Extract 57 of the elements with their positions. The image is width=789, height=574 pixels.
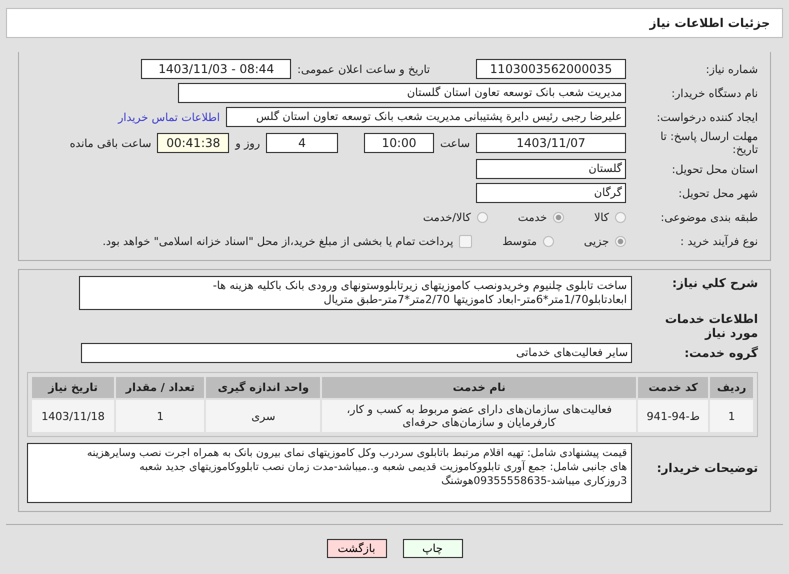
page-title: جزئیات اطلاعات نیاز xyxy=(649,16,770,30)
checkbox-label: پرداخت تمام یا بخشی از مبلغ خرید،از محل "اسناد خزانه اسلامی" خواهد بود. xyxy=(102,234,454,248)
field-label: توضیحات خریدار: xyxy=(656,461,758,475)
column-header: کد خدمت xyxy=(638,377,708,398)
city-field: گرگان xyxy=(476,183,626,203)
time-label: ساعت xyxy=(440,136,470,150)
announce-date-field: 1403/11/03 - 08:44 xyxy=(141,59,292,79)
column-header: نام خدمت xyxy=(322,377,636,398)
column-header: تاریخ نیاز xyxy=(32,377,114,398)
province-field: گلستان xyxy=(476,159,626,179)
option-label: کالا xyxy=(594,210,609,224)
field-label: استان محل تحویل: xyxy=(670,162,758,176)
field-label: شرح کلي نياز: xyxy=(671,276,758,290)
field-label: نام دستگاه خریدار: xyxy=(670,86,758,100)
column-header: تعداد / مقدار xyxy=(116,377,204,398)
field-label: نوع فرآیند خرید : xyxy=(679,234,758,248)
checkbox[interactable] xyxy=(459,234,472,248)
summary-textarea[interactable]: ساخت تابلوی چلنیوم وخریدونصب کاموزیتهای زیرتابلووستونهای ورودی بانک باکلیه هزینه ها- ابعادتابلو1/70متر*6متر-ابعاد کاموزیتها 2/70متر*7متر-طبق متریال xyxy=(79,276,632,310)
contact-link[interactable]: اطلاعات تماس خریدار xyxy=(118,110,220,124)
option-label: کالا/خدمت xyxy=(423,210,471,224)
column-header: ردیف xyxy=(710,377,753,398)
field-label: شهر محل تحویل: xyxy=(677,186,758,200)
action-button[interactable]: بازگشت xyxy=(326,539,386,558)
radio-button[interactable] xyxy=(615,236,626,246)
field-label: ایجاد کننده درخواست: xyxy=(656,110,758,124)
need-number-field: 1103003562000035 xyxy=(476,59,626,79)
deadline-date-field: 1403/11/07 xyxy=(476,133,626,153)
action-button[interactable]: چاپ xyxy=(402,539,462,558)
service-group-field: سایر فعالیت‌های خدماتی xyxy=(81,343,632,363)
deadline-time-field: 10:00 xyxy=(364,133,434,153)
buyer-org-field: مدیریت شعب بانک توسعه تعاون استان گلستان xyxy=(178,83,626,103)
table-cell: 1 xyxy=(116,400,204,432)
column-header: واحد اندازه گیری xyxy=(206,377,320,398)
radio-button[interactable] xyxy=(615,212,626,222)
table-cell: ط-94-941 xyxy=(638,400,708,432)
field-label: تاریخ و ساعت اعلان عمومی: xyxy=(297,62,430,76)
days-label: روز و xyxy=(235,136,260,150)
option-label: خدمت xyxy=(518,210,548,224)
field-label: گروه خدمت: xyxy=(683,346,758,360)
field-label: طبقه بندی موضوعی: xyxy=(660,210,758,224)
radio-button[interactable] xyxy=(476,212,488,222)
field-label: شماره نیاز: xyxy=(704,62,758,76)
table-cell: سری xyxy=(206,400,320,432)
radio-button[interactable] xyxy=(542,236,554,246)
remaining-time-field: 00:41:38 xyxy=(157,133,230,153)
remaining-label: ساعت باقی مانده xyxy=(70,136,152,150)
table-cell: 1 xyxy=(710,400,753,432)
section-heading: اطلاعات خدمات مورد نیاز xyxy=(664,312,758,340)
table-cell: 1403/11/18 xyxy=(32,400,114,432)
radio-button[interactable] xyxy=(553,212,564,222)
days-field: 4 xyxy=(266,133,338,153)
option-label: متوسط xyxy=(502,234,537,248)
requester-field: علیرضا رجبی رئیس دایرة پشتیبانی مدیریت شعب بانک توسعه تعاون استان گلس xyxy=(226,107,626,127)
field-label: مهلت ارسال پاسخ: تا تاریخ: xyxy=(659,130,758,156)
table-cell: فعالیت‌های سازمان‌های دارای عضو مربوط به کسب و کار، کارفرمایان و سازمان‌های حرفه‌ای xyxy=(322,400,636,432)
buyer-notes-textarea[interactable]: قیمت پیشنهادی شامل: تهیه اقلام مرتبط باتابلوی سردرب وکل کاموزیتهای نمای بیرون بانک به همراه اجرت نصب وسایرهزینه های جانبی شامل: جمع آوری تابلووکاموزیت قدیمی شعبه و..میباشد-مدت زمان نصب تابلووکاموزیتهای جدید شعبه 3روزکاری میباشد-09355558635هوشنگ xyxy=(27,443,632,503)
option-label: جزیی xyxy=(584,234,609,248)
